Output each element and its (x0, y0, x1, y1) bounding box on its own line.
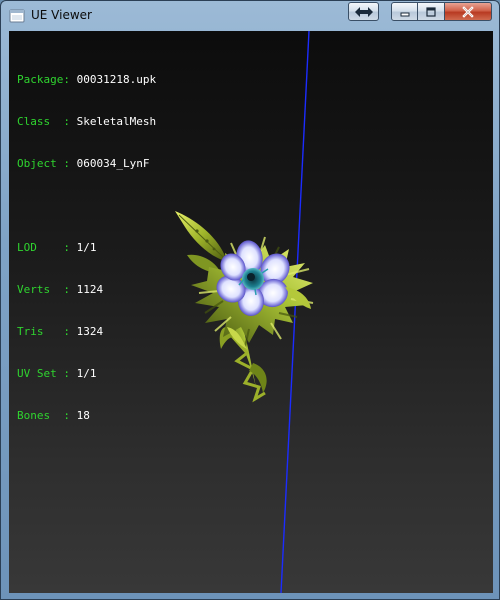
minimize-button[interactable] (391, 2, 418, 21)
close-button[interactable] (445, 2, 492, 21)
app-icon (9, 9, 25, 23)
info-uvset: UV Set : 1/1 (17, 367, 97, 380)
3d-viewport[interactable]: Package: 00031218.upk Class : SkeletalMe… (9, 31, 493, 593)
maximize-icon (426, 6, 436, 17)
info-package: Package: 00031218.upk (17, 73, 157, 86)
app-window: UE Viewer Package: 00031218.upk Class: … (0, 0, 500, 600)
mesh-info-panel: Package: 00031218.upk Class : SkeletalMe… (17, 45, 156, 451)
info-verts: Verts : 1124 (17, 283, 104, 296)
maximize-button[interactable] (418, 2, 445, 21)
info-lod: LOD : 1/1 (17, 241, 97, 254)
info-tris: Tris : 1324 (17, 325, 104, 338)
minimize-icon (400, 12, 409, 16)
window-title: UE Viewer (31, 8, 92, 22)
info-spacer (17, 199, 156, 213)
info-object: Object : 060034_LynF (17, 157, 150, 170)
special-window-button[interactable] (348, 2, 379, 21)
info-bones: Bones : 18 (17, 409, 90, 422)
close-icon (462, 5, 474, 18)
info-class: Class : SkeletalMesh (17, 115, 157, 128)
title-bar[interactable]: UE Viewer (1, 1, 499, 31)
swap-arrows-icon (354, 6, 373, 17)
